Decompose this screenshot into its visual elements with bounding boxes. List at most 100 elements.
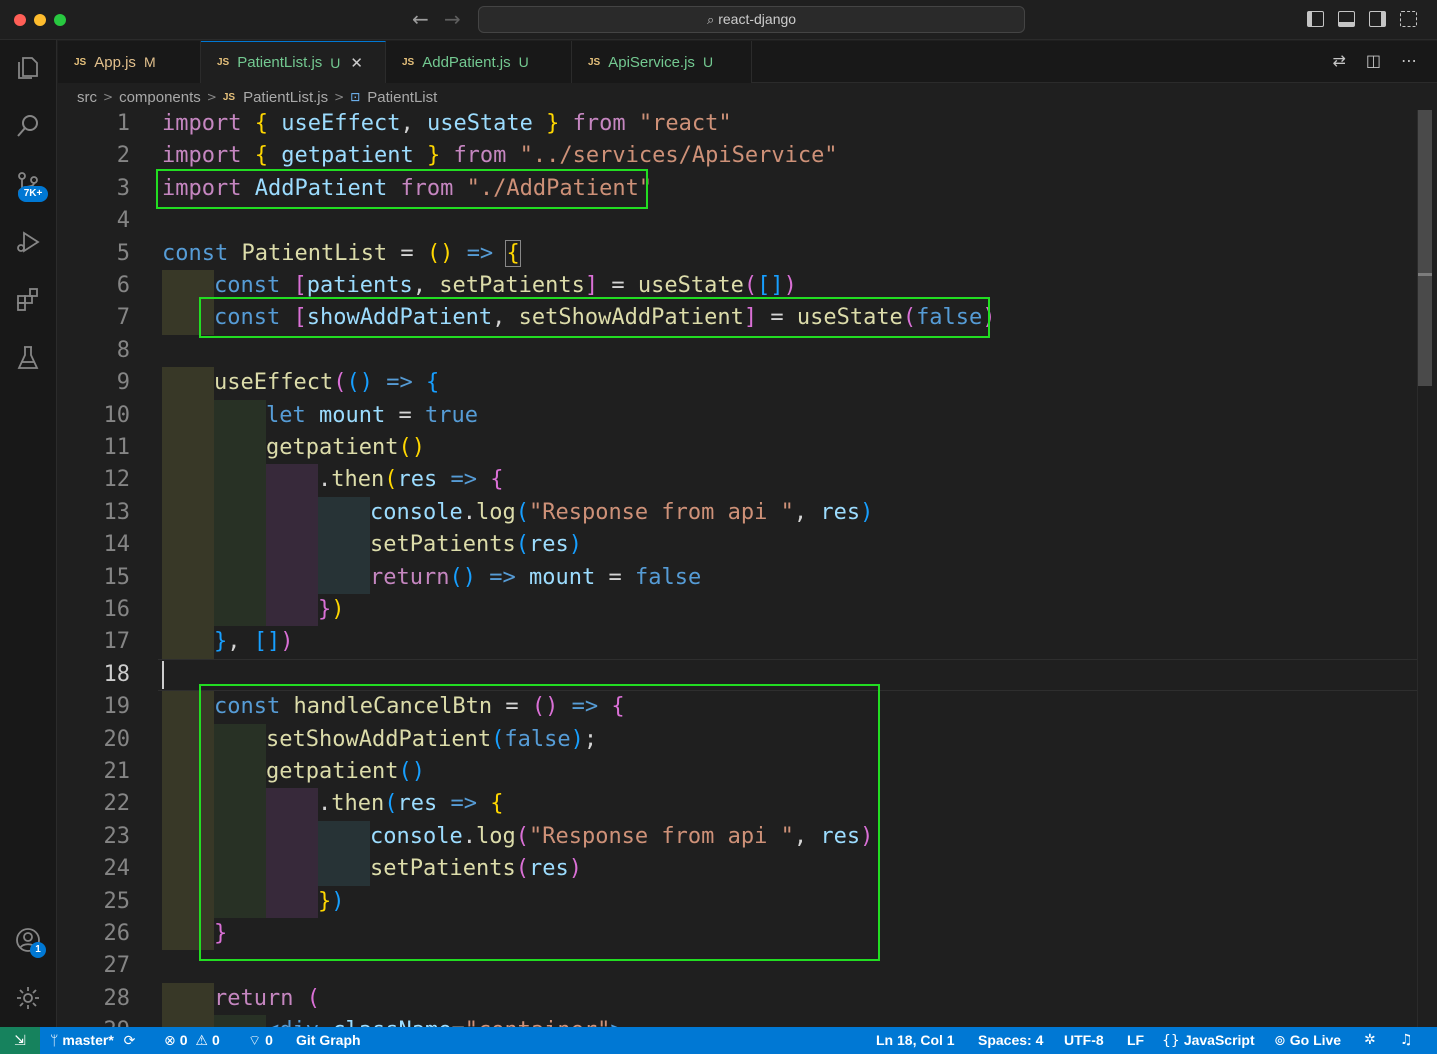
tab-label: PatientList.js bbox=[237, 54, 323, 71]
workspace-name: react-django bbox=[718, 11, 797, 27]
line-number: 26 bbox=[103, 921, 131, 946]
git-branch-icon: ᛘ bbox=[50, 1033, 59, 1049]
line-number: 20 bbox=[103, 726, 131, 752]
git-status-flag: M bbox=[143, 54, 156, 70]
close-window-button[interactable] bbox=[14, 14, 26, 26]
breadcrumb-item[interactable]: PatientList bbox=[367, 89, 437, 106]
broadcast-icon: ⊚ bbox=[1274, 1033, 1286, 1049]
eol-setting[interactable]: LF bbox=[1127, 1027, 1144, 1054]
cursor-position[interactable]: Ln 18, Col 1 bbox=[876, 1027, 955, 1054]
explorer-icon[interactable] bbox=[12, 52, 44, 84]
scrollbar-cursor-marker bbox=[1418, 273, 1432, 276]
line-number: 14 bbox=[103, 532, 131, 558]
code-line: 4 bbox=[58, 205, 1418, 237]
git-status-flag: U bbox=[330, 54, 341, 71]
line-number: 9 bbox=[116, 370, 130, 396]
encoding-setting[interactable]: UTF-8 bbox=[1064, 1027, 1104, 1054]
line-number: 22 bbox=[103, 791, 131, 817]
line-number: 10 bbox=[103, 402, 131, 428]
code-line: 15 return() => mount = false bbox=[58, 561, 1418, 594]
maximize-window-button[interactable] bbox=[54, 14, 66, 26]
tab-addpatient-js[interactable]: JS AddPatient.js U bbox=[386, 41, 572, 83]
tab-label: ApiService.js bbox=[608, 53, 695, 71]
branch-indicator[interactable]: ᛘ master* ⟳ bbox=[50, 1027, 139, 1054]
tab-apiservice-js[interactable]: JS ApiService.js U bbox=[572, 41, 752, 83]
activity-bar: 7K+ 1 bbox=[0, 40, 57, 1027]
code-line: 12 .then(res => { bbox=[58, 464, 1418, 497]
code-line: 5 const PatientList = () => { bbox=[58, 238, 1418, 270]
back-arrow-icon[interactable]: ← bbox=[412, 8, 429, 30]
line-number: 28 bbox=[103, 985, 131, 1011]
line-number: 3 bbox=[116, 175, 130, 201]
editor-actions: ⇄ ◫ ⋯ bbox=[1332, 51, 1417, 70]
error-icon: ⊗ bbox=[164, 1033, 176, 1049]
command-center-search[interactable]: ⌕ react-django bbox=[478, 6, 1025, 33]
line-number: 15 bbox=[103, 564, 131, 590]
compare-changes-icon[interactable]: ⇄ bbox=[1332, 51, 1345, 70]
notifications-bell-icon[interactable]: ♫ bbox=[1400, 1027, 1413, 1054]
toggle-panel-icon[interactable] bbox=[1338, 11, 1355, 27]
source-control-icon[interactable]: 7K+ bbox=[12, 168, 48, 202]
javascript-file-icon: JS bbox=[402, 56, 415, 68]
search-icon[interactable] bbox=[12, 110, 44, 142]
chevron-right-icon: > bbox=[334, 90, 345, 104]
git-status-flag: U bbox=[518, 54, 529, 70]
testing-icon[interactable] bbox=[12, 342, 44, 374]
line-number: 24 bbox=[103, 856, 131, 882]
language-label: JavaScript bbox=[1183, 1032, 1255, 1048]
search-icon: ⌕ bbox=[706, 13, 715, 28]
line-number: 16 bbox=[103, 597, 131, 622]
run-debug-icon[interactable] bbox=[12, 226, 44, 258]
split-editor-icon[interactable]: ◫ bbox=[1366, 51, 1381, 70]
problems-indicator[interactable]: ⊗ 0 ⚠ 0 bbox=[164, 1027, 220, 1054]
go-live-label: Go Live bbox=[1289, 1032, 1342, 1048]
title-bar: ← → ⌕ react-django bbox=[0, 0, 1437, 40]
line-number: 23 bbox=[103, 823, 131, 849]
close-tab-icon[interactable]: ✕ bbox=[350, 54, 363, 72]
customize-layout-icon[interactable] bbox=[1400, 11, 1417, 27]
remote-indicator-icon[interactable]: ⇲ bbox=[0, 1027, 40, 1054]
highlight-box-import bbox=[156, 169, 648, 209]
code-line: 11 getpatient() bbox=[58, 432, 1418, 465]
forward-arrow-icon[interactable]: → bbox=[444, 8, 461, 30]
accounts-badge: 1 bbox=[30, 942, 46, 958]
code-line: 10 let mount = true bbox=[58, 399, 1418, 432]
language-mode[interactable]: {} JavaScript bbox=[1162, 1027, 1255, 1054]
tab-app-js[interactable]: JS App.js M bbox=[58, 41, 201, 83]
toggle-primary-sidebar-icon[interactable] bbox=[1307, 11, 1324, 27]
tab-label: App.js bbox=[94, 53, 136, 71]
sync-icon: ⟳ bbox=[123, 1033, 136, 1049]
toggle-secondary-sidebar-icon[interactable] bbox=[1369, 11, 1386, 27]
feedback-icon[interactable]: ✲ bbox=[1364, 1027, 1376, 1054]
accounts-icon[interactable]: 1 bbox=[12, 924, 46, 958]
error-count: 0 bbox=[179, 1032, 188, 1048]
go-live-button[interactable]: ⊚ Go Live bbox=[1274, 1027, 1341, 1054]
breadcrumb-item[interactable]: components bbox=[119, 89, 201, 106]
highlight-box-state bbox=[199, 297, 990, 338]
javascript-file-icon: JS bbox=[222, 91, 236, 103]
code-line: 13 console.log("Response from api ", res… bbox=[58, 496, 1418, 530]
status-bar: ⇲ ᛘ master* ⟳ ⊗ 0 ⚠ 0 ⌔ 0 Git Graph Ln 18, C… bbox=[0, 1027, 1437, 1054]
breadcrumb-item[interactable]: PatientList.js bbox=[243, 89, 328, 106]
minimize-window-button[interactable] bbox=[34, 14, 46, 26]
line-number: 13 bbox=[103, 499, 131, 525]
code-line: 14 setPatients(res) bbox=[58, 529, 1418, 562]
scrollbar-thumb[interactable] bbox=[1418, 110, 1432, 386]
line-number: 11 bbox=[103, 435, 131, 460]
extensions-icon[interactable] bbox=[12, 284, 44, 316]
git-graph-button[interactable]: Git Graph bbox=[296, 1027, 361, 1054]
tab-patientlist-js[interactable]: JS PatientList.js U ✕ bbox=[201, 41, 386, 83]
breadcrumb-item[interactable]: src bbox=[77, 89, 97, 106]
chevron-right-icon: > bbox=[206, 90, 217, 104]
settings-gear-icon[interactable] bbox=[12, 982, 44, 1014]
ports-indicator[interactable]: ⌔ 0 bbox=[248, 1027, 273, 1054]
more-actions-icon[interactable]: ⋯ bbox=[1401, 51, 1417, 70]
indentation-setting[interactable]: Spaces: 4 bbox=[978, 1027, 1043, 1054]
code-line: 17 }, []) bbox=[58, 626, 1418, 659]
line-number: 12 bbox=[103, 467, 131, 493]
javascript-file-icon: JS bbox=[217, 57, 230, 68]
code-editor[interactable]: 1 import { useEffect, useState } from "r… bbox=[58, 110, 1437, 1027]
highlight-box-handler bbox=[199, 684, 880, 961]
code-line: 2 import { getpatient } from "../service… bbox=[58, 140, 1418, 172]
braces-icon: {} bbox=[1162, 1033, 1180, 1049]
